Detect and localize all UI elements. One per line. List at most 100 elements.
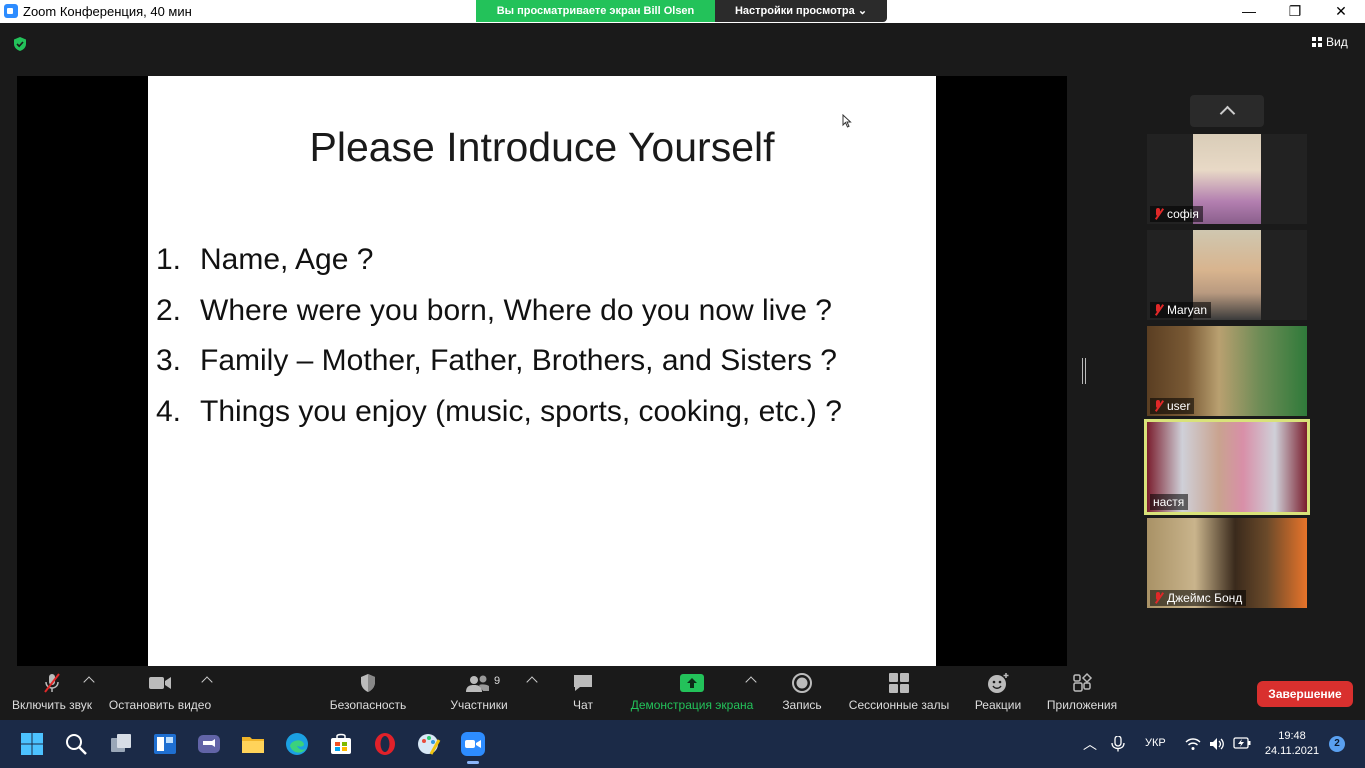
close-button[interactable]: ✕ xyxy=(1318,0,1364,23)
share-screen-button[interactable]: Демонстрация экрана xyxy=(628,672,756,712)
security-button[interactable]: Безопасность xyxy=(328,672,408,712)
record-button[interactable]: Запись xyxy=(778,672,826,712)
participant-name: Джеймс Бонд xyxy=(1167,591,1243,605)
item-number: 4. xyxy=(156,394,182,428)
paint-app-icon[interactable] xyxy=(417,732,441,756)
participant-name-label: Maryan xyxy=(1150,302,1212,318)
stop-video-button[interactable]: Остановить видео xyxy=(108,672,212,712)
participant-name-label: софія xyxy=(1150,206,1203,222)
apps-button[interactable]: Приложения xyxy=(1044,672,1120,712)
close-icon: ✕ xyxy=(1335,3,1347,19)
widgets-icon[interactable] xyxy=(153,732,177,756)
edge-browser-icon[interactable] xyxy=(285,732,309,756)
share-screen-label: Демонстрация экрана xyxy=(630,698,754,712)
volume-icon[interactable] xyxy=(1209,736,1225,752)
restore-icon: ❐ xyxy=(1288,3,1302,19)
security-shield-icon xyxy=(361,674,375,692)
chevron-up-icon[interactable]: ︿ xyxy=(1083,734,1097,754)
participants-button[interactable]: Участники xyxy=(448,672,510,712)
item-number: 1. xyxy=(156,243,182,276)
zoom-app-icon xyxy=(4,4,18,18)
share-screen-icon xyxy=(680,674,704,692)
participant-name-label: настя xyxy=(1150,494,1189,510)
participant-name: Maryan xyxy=(1167,303,1208,317)
breakout-rooms-button[interactable]: Сессионные залы xyxy=(848,672,950,712)
security-label: Безопасность xyxy=(329,698,407,712)
breakout-rooms-label: Сессионные залы xyxy=(848,698,950,712)
opera-browser-icon[interactable] xyxy=(373,732,397,756)
battery-icon[interactable] xyxy=(1233,737,1251,749)
view-button-label: Вид xyxy=(1326,35,1348,49)
breakout-rooms-icon xyxy=(889,673,909,693)
participant-name-label: Джеймс Бонд xyxy=(1150,590,1247,606)
zoom-app-icon xyxy=(461,732,485,756)
item-number: 2. xyxy=(156,293,182,327)
screen-share-banner: Вы просматриваете экран Bill Olsen xyxy=(476,0,715,22)
windows-start-icon[interactable] xyxy=(20,732,44,756)
muted-mic-icon xyxy=(1153,592,1163,604)
slide-list-item: 1. Name, Age ? xyxy=(156,240,842,291)
search-icon[interactable] xyxy=(64,732,88,756)
view-button[interactable]: Вид xyxy=(1312,35,1348,49)
chat-label: Чат xyxy=(573,698,593,712)
reactions-button[interactable]: Реакции xyxy=(970,672,1026,712)
teams-chat-icon[interactable] xyxy=(197,732,221,756)
minimize-button[interactable]: — xyxy=(1226,0,1272,23)
slide-list-item: 3. Family – Mother, Father, Brothers, and… xyxy=(156,341,842,392)
microsoft-store-icon[interactable] xyxy=(329,732,353,756)
unmute-button[interactable]: Включить звук xyxy=(10,672,94,712)
notification-badge[interactable]: 2 xyxy=(1329,736,1345,752)
slide-list-item: 2. Where were you born, Where do you now … xyxy=(156,291,842,342)
shared-screen: Please Introduce Yourself 1. Name, Age ? … xyxy=(17,76,1067,666)
participant-tile[interactable]: user xyxy=(1147,326,1307,416)
input-language[interactable]: УКР xyxy=(1145,737,1166,749)
item-text: Where were you born, Where do you now li… xyxy=(200,293,832,327)
reactions-label: Реакции xyxy=(974,698,1022,712)
participant-video xyxy=(1193,134,1261,224)
slide-list: 1. Name, Age ? 2. Where were you born, Whe… xyxy=(156,240,842,442)
maximize-button[interactable]: ❐ xyxy=(1272,0,1318,23)
slide-list-item: 4. Things you enjoy (music, sports, cooki… xyxy=(156,392,842,443)
presentation-slide: Please Introduce Yourself 1. Name, Age ? … xyxy=(148,76,936,666)
end-meeting-button[interactable]: Завершение xyxy=(1257,681,1353,707)
zoom-taskbar-item[interactable] xyxy=(461,732,485,764)
windows-taskbar: ︿ УКР 19:48 24.11.2021 2 xyxy=(0,720,1365,768)
muted-mic-icon xyxy=(1153,400,1163,412)
chat-button[interactable]: Чат xyxy=(566,672,600,712)
participant-tile[interactable]: софія xyxy=(1147,134,1307,224)
unmute-label: Включить звук xyxy=(11,698,93,712)
apps-label: Приложения xyxy=(1046,698,1118,712)
participant-name: софія xyxy=(1167,207,1199,221)
meeting-toolbar: Включить звук Остановить видео Безопасно… xyxy=(0,666,1365,720)
participant-tile[interactable]: Джеймс Бонд xyxy=(1147,518,1307,608)
view-options-label: Настройки просмотра xyxy=(734,5,855,17)
encryption-shield-icon[interactable] xyxy=(12,36,28,52)
system-clock[interactable]: 19:48 24.11.2021 xyxy=(1262,729,1322,759)
participant-name: user xyxy=(1167,399,1191,413)
muted-mic-icon xyxy=(1153,304,1163,316)
muted-mic-icon xyxy=(1153,208,1163,220)
grid-icon xyxy=(1312,37,1322,47)
participant-tile[interactable]: Maryan xyxy=(1147,230,1307,320)
stop-video-label: Остановить видео xyxy=(108,698,212,712)
microphone-icon[interactable] xyxy=(1111,736,1125,752)
participant-name-label: user xyxy=(1150,398,1195,414)
window-title: Zoom Конференция, 40 мин xyxy=(23,4,192,19)
participant-name: настя xyxy=(1153,495,1185,509)
slide-title: Please Introduce Yourself xyxy=(309,124,775,170)
task-view-icon[interactable] xyxy=(109,732,133,756)
participants-label: Участники xyxy=(450,698,508,712)
participant-tile-active-speaker[interactable]: настя xyxy=(1144,419,1310,515)
view-options-button[interactable]: Настройки просмотра ⌄ xyxy=(715,0,887,22)
title-bar: Zoom Конференция, 40 мин Вы просматривае… xyxy=(0,0,1365,23)
muted-mic-icon xyxy=(44,673,60,693)
file-explorer-icon[interactable] xyxy=(241,732,265,756)
item-text: Things you enjoy (music, sports, cooking… xyxy=(200,394,842,428)
item-text: Name, Age ? xyxy=(200,243,374,276)
mouse-cursor-icon xyxy=(842,114,852,128)
apps-icon xyxy=(1073,672,1093,692)
panel-resize-handle[interactable] xyxy=(1082,358,1086,384)
participants-options-caret[interactable] xyxy=(526,676,538,688)
gallery-scroll-up-button[interactable] xyxy=(1190,95,1264,127)
wifi-icon[interactable] xyxy=(1185,737,1201,751)
